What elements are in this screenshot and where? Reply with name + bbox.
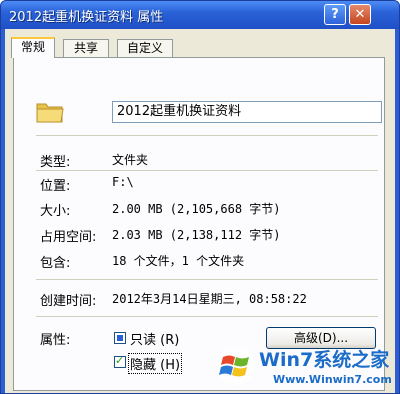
watermark: Win7系统之家 Www.Winwin7.com — [211, 339, 399, 393]
window-title: 2012起重机换证资料 属性 — [9, 10, 164, 25]
watermark-brand: Win7系统之家 — [259, 349, 390, 371]
created-value: 2012年3月14日星期三, 08:58:22 — [112, 292, 307, 306]
hidden-label[interactable]: 隐藏 (H) — [128, 353, 183, 374]
divider — [36, 170, 378, 171]
readonly-checkbox[interactable] — [114, 332, 126, 344]
attributes-label: 属性: — [40, 333, 71, 348]
divider — [36, 316, 378, 317]
properties-window: 2012起重机换证资料 属性 ? ✕ 常规 共享 自定义 2012起重机换证资料… — [0, 0, 400, 394]
type-label: 类型: — [40, 155, 71, 170]
divider — [36, 135, 378, 136]
close-button[interactable]: ✕ — [349, 4, 371, 25]
created-label: 创建时间: — [40, 294, 97, 309]
folder-icon — [36, 103, 64, 123]
contains-label: 包含: — [40, 256, 71, 271]
checkmark-icon: ✓ — [115, 354, 125, 367]
folder-name-input[interactable]: 2012起重机换证资料 — [112, 101, 382, 123]
title-bar[interactable]: 2012起重机换证资料 属性 ? ✕ — [1, 1, 399, 29]
size-on-disk-value: 2.03 MB (2,138,112 字节) — [112, 228, 281, 242]
tab-customize[interactable]: 自定义 — [117, 39, 173, 57]
size-value: 2.00 MB (2,105,668 字节) — [112, 202, 281, 216]
readonly-label[interactable]: 只读 (R) — [130, 329, 179, 348]
divider — [36, 279, 378, 280]
tab-general[interactable]: 常规 — [11, 37, 55, 58]
windows-logo-icon — [217, 347, 255, 385]
type-value: 文件夹 — [112, 153, 149, 167]
size-label: 大小: — [40, 204, 71, 219]
help-button[interactable]: ? — [324, 4, 346, 25]
hidden-checkbox[interactable]: ✓ — [114, 354, 126, 368]
location-label: 位置: — [40, 179, 71, 194]
indeterminate-mark — [117, 335, 123, 341]
size-on-disk-label: 占用空间: — [40, 230, 97, 245]
contains-value: 18 个文件，1 个文件夹 — [112, 254, 245, 268]
tab-sharing[interactable]: 共享 — [63, 39, 109, 57]
location-value: F:\ — [112, 175, 134, 189]
watermark-url: Www.Winwin7.com — [273, 373, 392, 386]
